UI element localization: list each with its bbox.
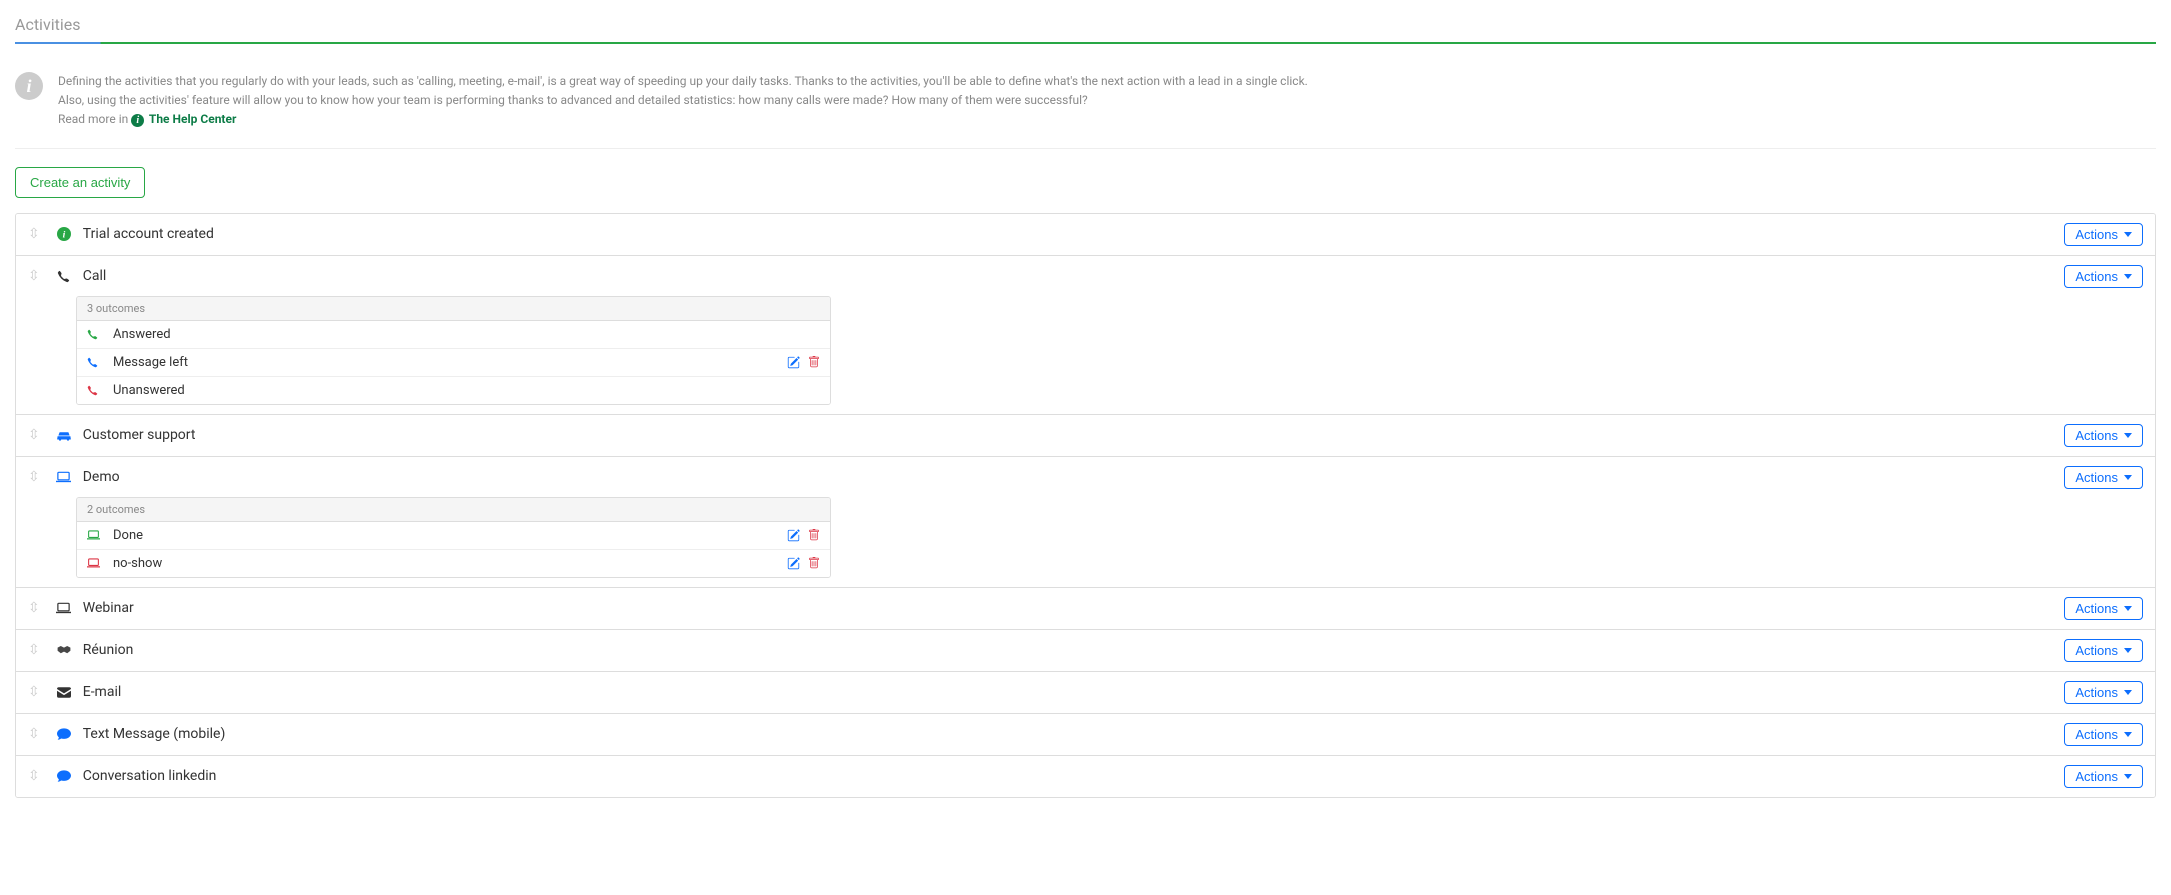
chevron-down-icon [2124, 690, 2132, 695]
activity-name: Trial account created [83, 226, 2065, 242]
chevron-down-icon [2124, 475, 2132, 480]
outcomes-header: 2 outcomes [77, 498, 830, 522]
edit-icon[interactable] [787, 356, 800, 369]
handshake-icon [55, 644, 73, 656]
envelope-icon [55, 687, 73, 698]
phone-icon [55, 270, 73, 283]
drag-handle-icon[interactable]: ⇳ [28, 469, 40, 485]
outcome-name: no-show [113, 556, 787, 571]
laptop-icon [87, 530, 103, 540]
activity-row: ⇳ Webinar Actions [16, 588, 2155, 630]
info-line-1: Defining the activities that you regular… [58, 72, 2156, 91]
outcome-name: Done [113, 528, 787, 543]
page-title: Activities [15, 15, 2156, 34]
svg-text:i: i [62, 230, 65, 241]
chevron-down-icon [2124, 648, 2132, 653]
drag-handle-icon[interactable]: ⇳ [28, 726, 40, 742]
create-activity-button[interactable]: Create an activity [15, 167, 145, 198]
actions-button[interactable]: Actions [2064, 223, 2143, 246]
activity-name: Customer support [83, 427, 2065, 443]
actions-button[interactable]: Actions [2064, 466, 2143, 489]
activity-row: ⇳ Call Actions 3 outcomes Answered [16, 256, 2155, 415]
outcome-row: Unanswered [77, 377, 830, 404]
activity-list: ⇳ i Trial account created Actions ⇳ Call… [15, 213, 2156, 798]
activity-name: Webinar [83, 600, 2065, 616]
drag-handle-icon[interactable]: ⇳ [28, 427, 40, 443]
laptop-icon [55, 602, 73, 614]
edit-icon[interactable] [787, 529, 800, 542]
chevron-down-icon [2124, 433, 2132, 438]
drag-handle-icon[interactable]: ⇳ [28, 226, 40, 242]
outcomes-container: 2 outcomes Done [28, 497, 2143, 578]
laptop-icon [55, 471, 73, 483]
drag-handle-icon[interactable]: ⇳ [28, 268, 40, 284]
activity-name: Réunion [83, 642, 2065, 658]
info-icon: i [15, 72, 43, 100]
help-center-icon: i [131, 114, 144, 127]
chevron-down-icon [2124, 774, 2132, 779]
phone-icon [87, 385, 103, 396]
actions-button[interactable]: Actions [2064, 597, 2143, 620]
actions-button[interactable]: Actions [2064, 265, 2143, 288]
outcomes-container: 3 outcomes Answered Message left [28, 296, 2143, 405]
actions-button[interactable]: Actions [2064, 765, 2143, 788]
trash-icon[interactable] [808, 557, 820, 570]
outcome-row: Done [77, 522, 830, 550]
activity-name: Demo [83, 469, 2065, 485]
outcomes-header: 3 outcomes [77, 297, 830, 321]
actions-button[interactable]: Actions [2064, 723, 2143, 746]
chevron-down-icon [2124, 606, 2132, 611]
drag-handle-icon[interactable]: ⇳ [28, 684, 40, 700]
chevron-down-icon [2124, 732, 2132, 737]
activity-row: ⇳ Réunion Actions [16, 630, 2155, 672]
activity-name: Text Message (mobile) [83, 726, 2065, 742]
trash-icon[interactable] [808, 356, 820, 369]
activity-name: Conversation linkedin [83, 768, 2065, 784]
laptop-icon [87, 558, 103, 568]
info-circle-icon: i [55, 227, 73, 241]
comment-icon [55, 770, 73, 783]
outcome-row: no-show [77, 550, 830, 577]
info-readmore-prefix: Read more in [58, 112, 131, 126]
outcome-row: Message left [77, 349, 830, 377]
drag-handle-icon[interactable]: ⇳ [28, 600, 40, 616]
phone-icon [87, 357, 103, 368]
chevron-down-icon [2124, 232, 2132, 237]
info-text: Defining the activities that you regular… [58, 72, 2156, 130]
drag-handle-icon[interactable]: ⇳ [28, 768, 40, 784]
help-center-link[interactable]: i The Help Center [131, 112, 236, 126]
help-center-text: The Help Center [149, 112, 236, 126]
drag-handle-icon[interactable]: ⇳ [28, 642, 40, 658]
edit-icon[interactable] [787, 557, 800, 570]
activity-name: E-mail [83, 684, 2065, 700]
activity-row: ⇳ Customer support Actions [16, 415, 2155, 457]
actions-button[interactable]: Actions [2064, 681, 2143, 704]
outcome-row: Answered [77, 321, 830, 349]
activity-row: ⇳ Demo Actions 2 outcomes Done [16, 457, 2155, 588]
activity-name: Call [83, 268, 2065, 284]
comment-icon [55, 728, 73, 741]
activity-row: ⇳ E-mail Actions [16, 672, 2155, 714]
car-icon [55, 429, 73, 442]
actions-button[interactable]: Actions [2064, 639, 2143, 662]
phone-icon [87, 329, 103, 340]
title-underline [15, 42, 2156, 44]
outcome-name: Answered [113, 327, 820, 342]
info-banner: i Defining the activities that you regul… [15, 62, 2156, 149]
outcomes-box: 2 outcomes Done [76, 497, 831, 578]
activity-row: ⇳ Text Message (mobile) Actions [16, 714, 2155, 756]
outcome-name: Message left [113, 355, 787, 370]
trash-icon[interactable] [808, 529, 820, 542]
activity-row: ⇳ Conversation linkedin Actions [16, 756, 2155, 797]
activity-row: ⇳ i Trial account created Actions [16, 214, 2155, 256]
actions-button[interactable]: Actions [2064, 424, 2143, 447]
outcome-name: Unanswered [113, 383, 820, 398]
chevron-down-icon [2124, 274, 2132, 279]
info-line-2: Also, using the activities' feature will… [58, 91, 2156, 110]
outcomes-box: 3 outcomes Answered Message left [76, 296, 831, 405]
